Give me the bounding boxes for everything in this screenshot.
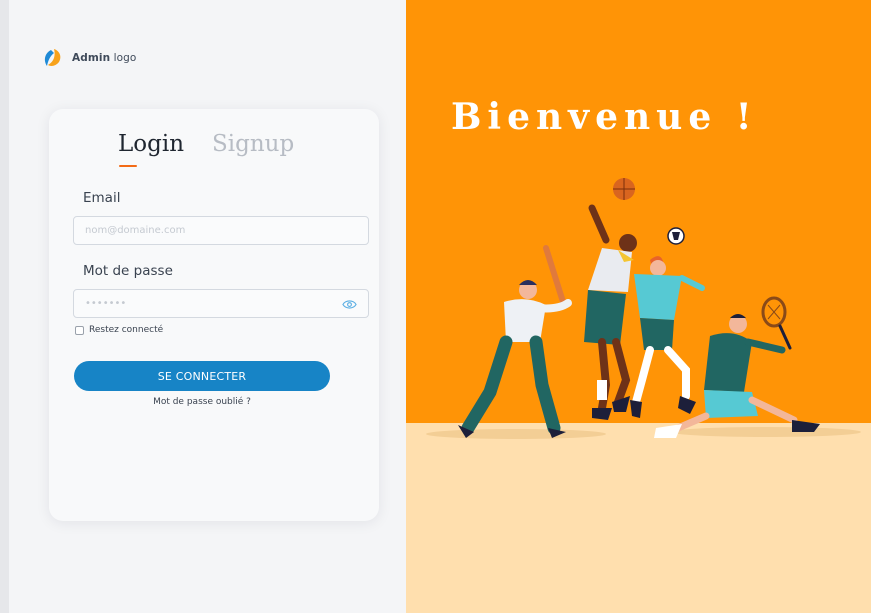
password-field-box bbox=[73, 289, 369, 318]
hero-title: Bienvenue ! bbox=[451, 96, 758, 138]
email-label: Email bbox=[83, 190, 121, 206]
password-label: Mot de passe bbox=[83, 263, 173, 279]
brand-logo: Admin logo bbox=[42, 47, 136, 69]
forgot-password-link[interactable]: Mot de passe oublié ? bbox=[74, 397, 330, 407]
remember-label: Restez connecté bbox=[89, 325, 164, 335]
login-card: Login Signup Email Mot de passe Restez c… bbox=[49, 109, 379, 521]
tab-login-label: Login bbox=[118, 131, 185, 157]
tab-login[interactable]: Login bbox=[118, 131, 185, 167]
football-player-figure bbox=[630, 227, 705, 418]
tab-signup[interactable]: Signup bbox=[212, 131, 294, 164]
active-tab-indicator bbox=[119, 165, 137, 167]
logo-brand: Admin bbox=[72, 52, 111, 64]
remember-me: Restez connecté bbox=[75, 325, 163, 335]
eye-icon[interactable] bbox=[342, 299, 357, 310]
hero-panel: Bienvenue ! bbox=[406, 0, 871, 613]
window-edge bbox=[0, 0, 9, 613]
email-field[interactable] bbox=[74, 217, 368, 244]
basketball-player-figure bbox=[584, 178, 637, 420]
login-button[interactable]: SE CONNECTER bbox=[74, 361, 330, 391]
password-field[interactable] bbox=[74, 290, 368, 317]
logo-suffix: logo bbox=[113, 52, 137, 64]
sports-illustration bbox=[426, 178, 861, 439]
auth-tabs: Login Signup bbox=[118, 131, 294, 167]
logo-text: Admin logo bbox=[72, 52, 136, 64]
email-field-box bbox=[73, 216, 369, 245]
remember-checkbox[interactable] bbox=[75, 325, 84, 335]
tab-signup-label: Signup bbox=[212, 131, 295, 157]
hero-floor bbox=[406, 423, 871, 613]
logo-icon bbox=[44, 49, 61, 66]
baseball-player-figure bbox=[458, 245, 572, 438]
